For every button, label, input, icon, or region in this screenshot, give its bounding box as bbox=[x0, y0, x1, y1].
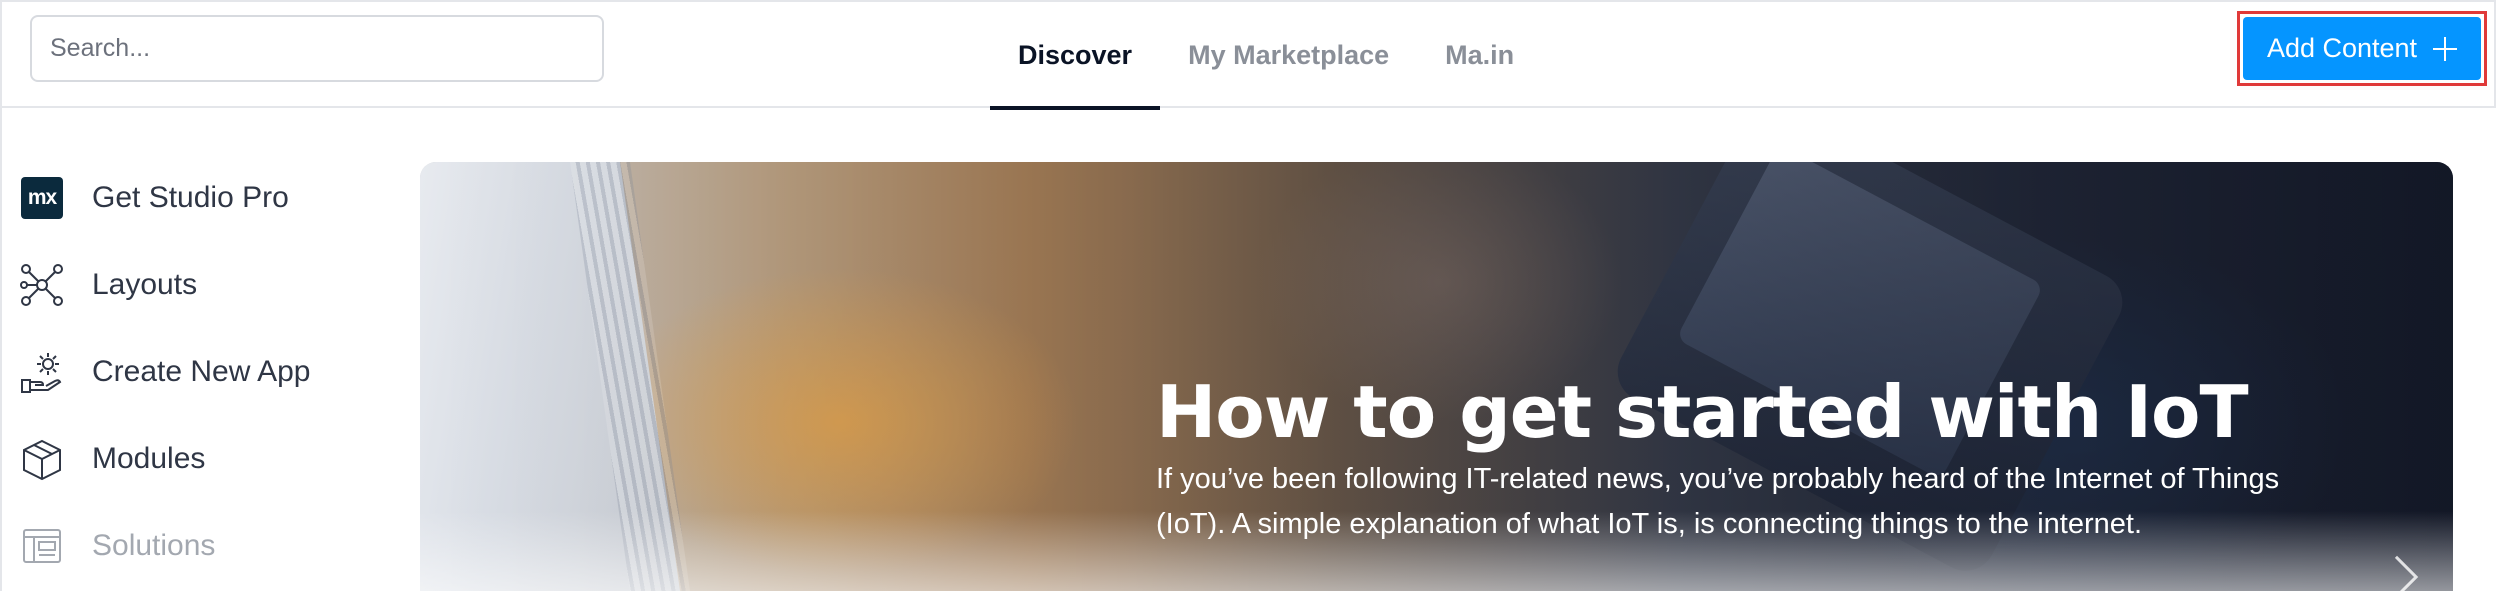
cube-icon bbox=[20, 437, 64, 481]
top-navigation-bar: Discover My Marketplace Ma.in Add Conten… bbox=[0, 0, 2496, 110]
sidebar: mx Get Studio Pro Layouts Create New App… bbox=[0, 108, 400, 591]
tab-discover[interactable]: Discover bbox=[990, 2, 1161, 110]
tab-bar: Discover My Marketplace Ma.in bbox=[990, 2, 1542, 110]
sidebar-item-create-new-app[interactable]: Create New App bbox=[20, 342, 310, 402]
add-content-label: Add Content bbox=[2266, 33, 2418, 63]
network-nodes-icon bbox=[20, 263, 64, 307]
sidebar-item-get-studio-pro[interactable]: mx Get Studio Pro bbox=[20, 168, 289, 228]
sidebar-item-solutions[interactable]: Solutions bbox=[20, 516, 215, 576]
sidebar-item-label: Modules bbox=[92, 442, 206, 475]
sidebar-item-layouts[interactable]: Layouts bbox=[20, 255, 197, 315]
hero-title: How to get started with IoT bbox=[1156, 370, 2249, 454]
sidebar-item-label: Layouts bbox=[92, 268, 198, 301]
sidebar-item-label: Solutions bbox=[92, 529, 216, 562]
mx-logo-icon: mx bbox=[20, 176, 64, 220]
sidebar-item-label: Create New App bbox=[92, 355, 311, 388]
hero-banner[interactable]: How to get started with IoT If you’ve be… bbox=[420, 162, 2453, 591]
plus-icon bbox=[2433, 36, 2458, 61]
sidebar-item-label: Get Studio Pro bbox=[92, 181, 289, 214]
sidebar-item-modules[interactable]: Modules bbox=[20, 429, 205, 489]
tab-my-marketplace[interactable]: My Marketplace bbox=[1160, 2, 1417, 108]
tab-ma-in[interactable]: Ma.in bbox=[1417, 2, 1542, 108]
add-content-button[interactable]: Add Content bbox=[2243, 17, 2481, 80]
search-box[interactable] bbox=[30, 15, 604, 82]
mx-logo-text: mx bbox=[21, 177, 63, 219]
hand-gear-icon bbox=[20, 350, 64, 394]
search-input[interactable] bbox=[50, 34, 602, 63]
layout-panel-icon bbox=[20, 524, 64, 568]
add-content-highlight: Add Content bbox=[2237, 11, 2487, 86]
hero-description: If you’ve been following IT-related news… bbox=[1156, 463, 2280, 540]
